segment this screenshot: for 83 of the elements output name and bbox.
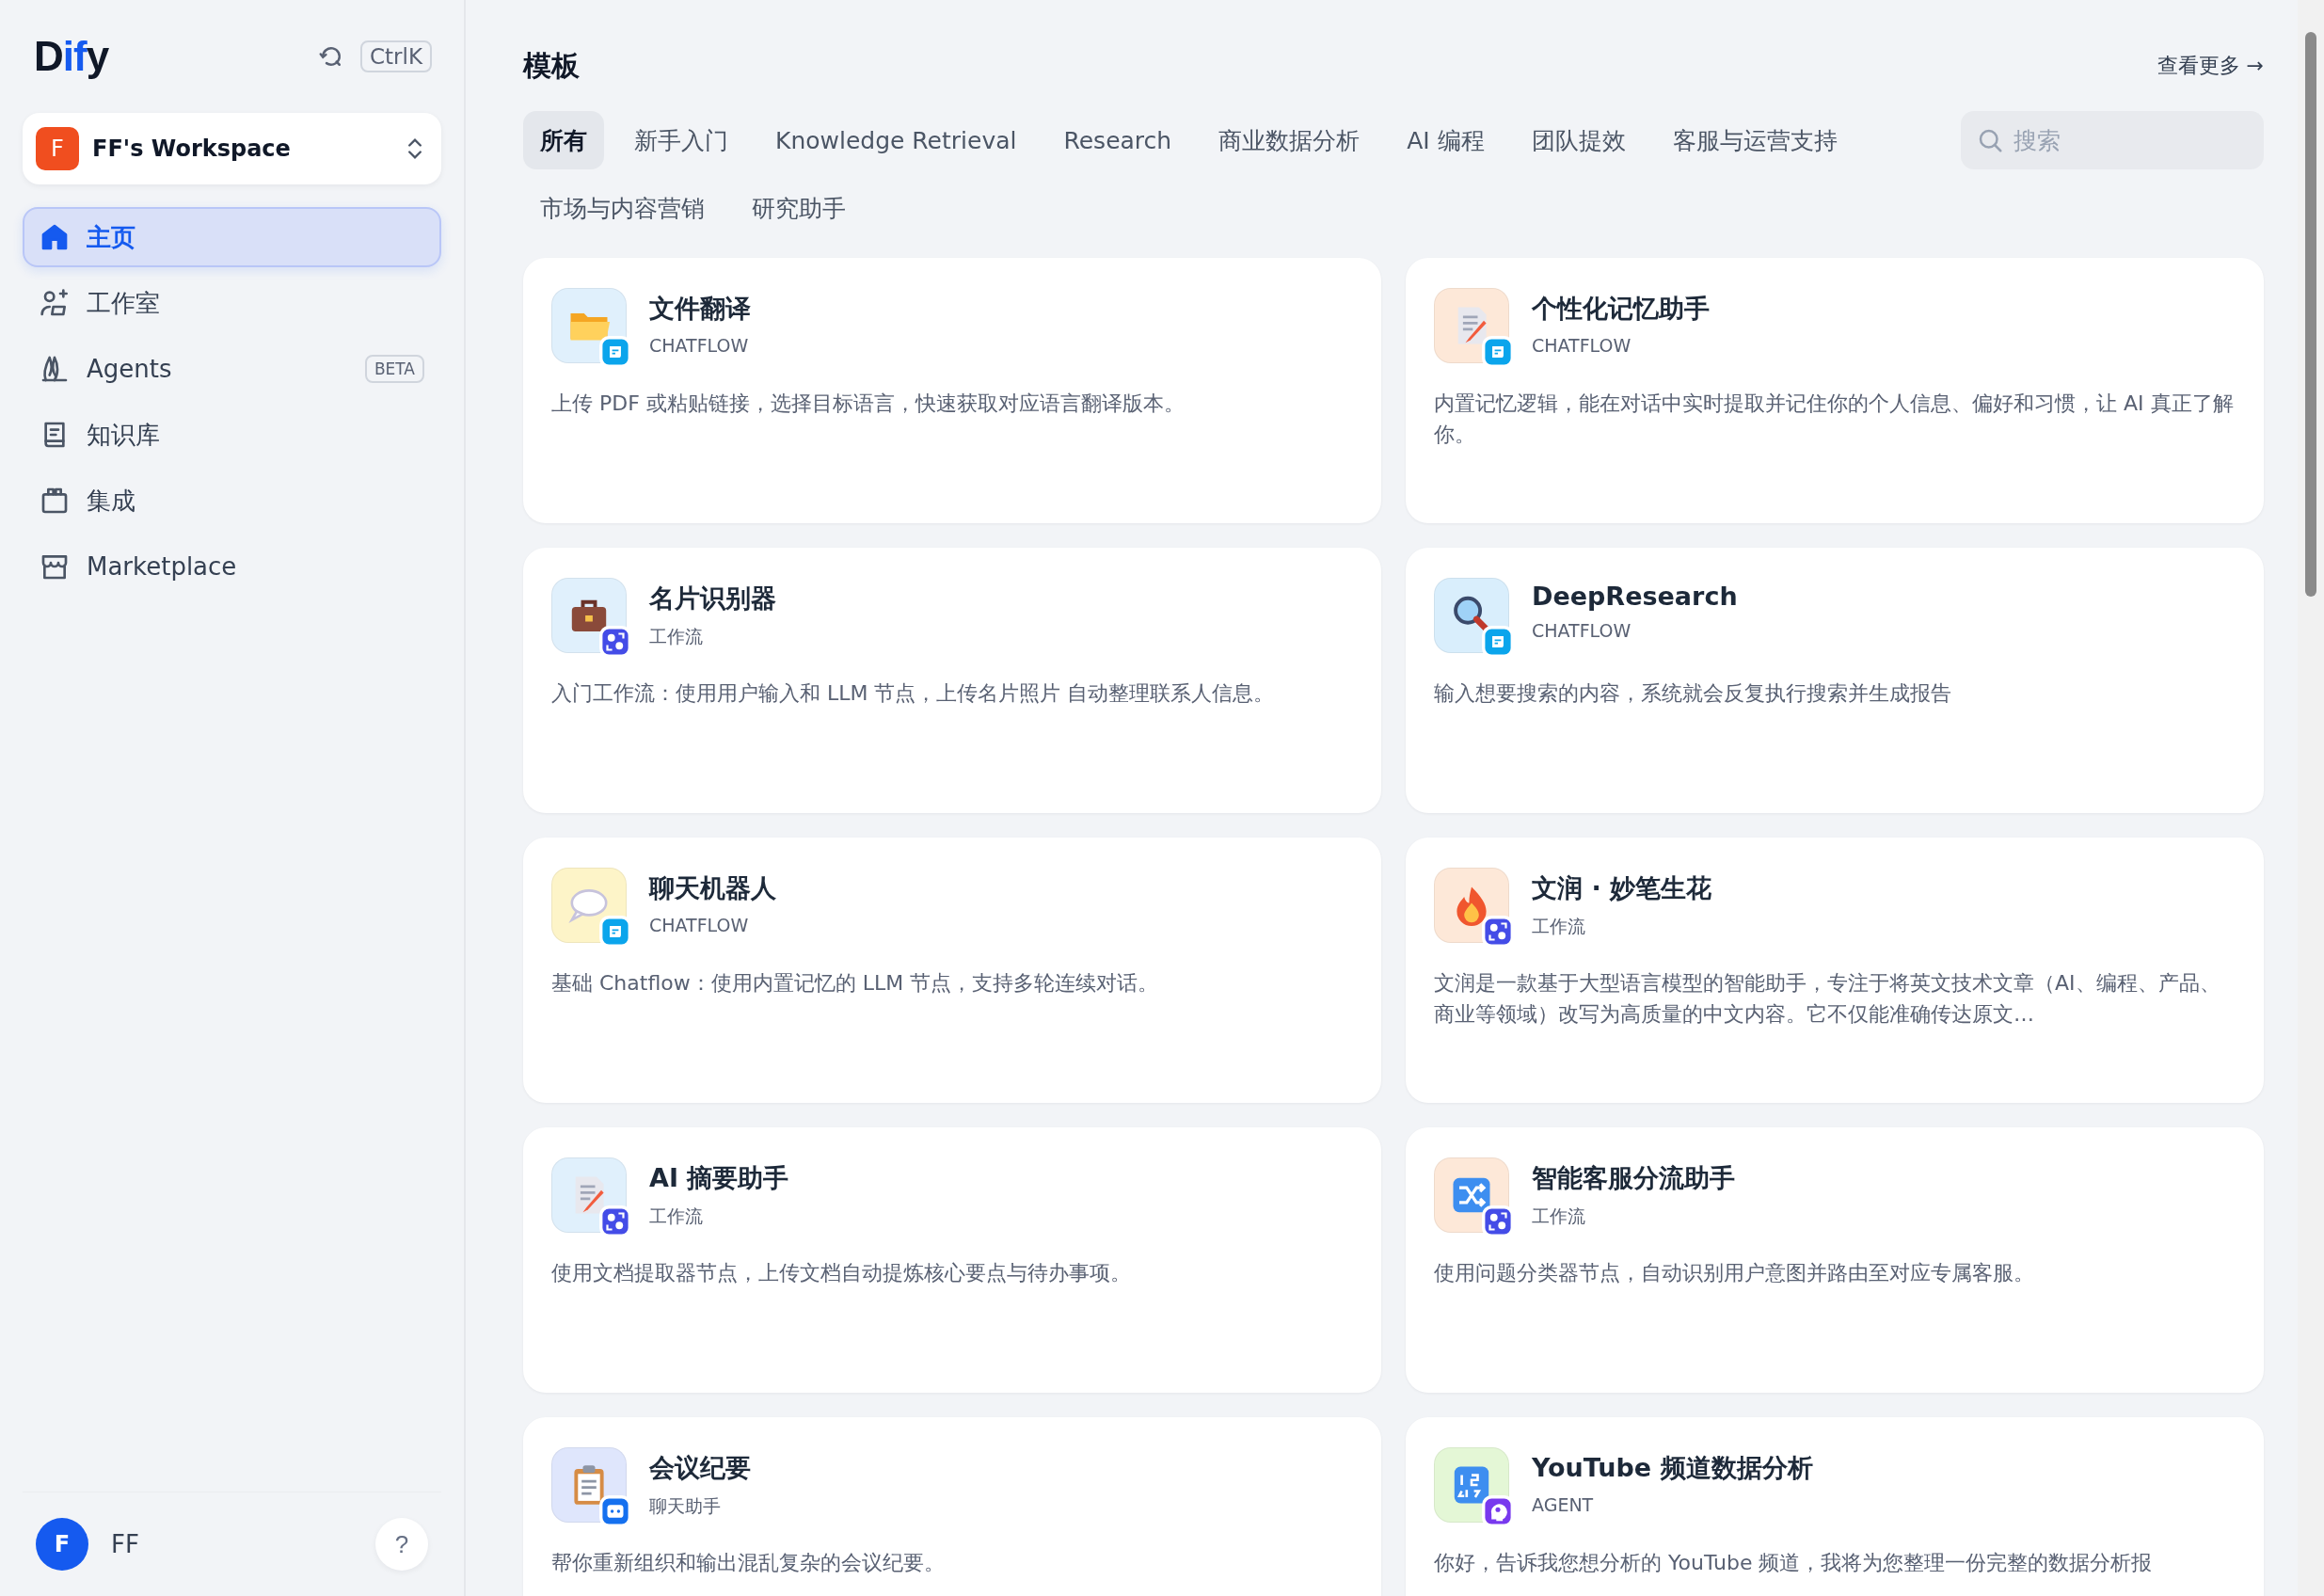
app-type-label: CHATFLOW — [649, 915, 750, 935]
bot-badge-icon — [599, 1495, 631, 1527]
chat-badge-icon — [599, 336, 631, 368]
card-title: YouTube 频道数据分析 — [1532, 1452, 1813, 1484]
shortcut-key: CtrlK — [360, 40, 432, 72]
scrollbar[interactable] — [2298, 0, 2324, 1596]
card-description: 入门工作流：使用用户输入和 LLM 节点，上传名片照片 自动整理联系人信息。 — [551, 680, 1276, 707]
app-type-label: AGENT — [1532, 1494, 1595, 1515]
card-description: 上传 PDF 或粘贴链接，选择目标语言，快速获取对应语言翻译版本。 — [551, 391, 1186, 417]
card-title: 名片识别器 — [649, 583, 776, 614]
view-more-link[interactable]: 查看更多 → — [2157, 52, 2264, 80]
chat-badge-icon — [1482, 336, 1514, 368]
card-description: 输入想要搜索的内容，系统就会反复执行搜索并生成报告 — [1434, 680, 1952, 707]
nav-item[interactable]: 工作室 — [23, 273, 441, 333]
agents-icon — [40, 354, 70, 384]
category-tab[interactable]: 新手入门 — [617, 111, 745, 169]
nav-item[interactable]: Marketplace — [23, 536, 441, 597]
app-type-label: CHATFLOW — [649, 335, 750, 356]
category-tab[interactable]: Research — [1046, 111, 1189, 169]
workflow-badge-icon — [1482, 1205, 1514, 1237]
template-card[interactable]: AI 摘要助手 工作流 使用文档提取器节点，上传文档自动提炼核心要点与待办事项。 — [523, 1127, 1381, 1393]
card-description: 文润是一款基于大型语言模型的智能助手，专注于将英文技术文章（AI、编程、产品、商业等领域）改写为高质量的中文内容。它不仅能准确传达原文… — [1434, 970, 2221, 1028]
template-card[interactable]: 聊天机器人 CHATFLOW 基础 Chatflow：使用内置记忆的 LLM 节点，支持多轮连续对话。 — [523, 838, 1381, 1103]
app-type-label: 聊天助手 — [649, 1494, 722, 1518]
template-card[interactable]: DeepResearch CHATFLOW 输入想要搜索的内容，系统就会反复执行搜索并生成报告 — [1406, 548, 2264, 813]
card-description: 你好，告诉我您想分析的 YouTube 频道，我将为您整理一份完整的数据分析报 — [1434, 1550, 2154, 1576]
logo: Dify — [34, 33, 109, 80]
app-type-label: CHATFLOW — [1532, 620, 1632, 641]
box-icon — [40, 486, 70, 516]
card-title: 个性化记忆助手 — [1532, 293, 1710, 325]
beta-badge: BETA — [364, 355, 424, 383]
category-tab[interactable]: 团队提效 — [1514, 111, 1643, 169]
template-card[interactable]: 个性化记忆助手 CHATFLOW 内置记忆逻辑，能在对话中实时提取并记住你的个人信息、偏好和习惯，让 AI 真正了解你。 — [1406, 258, 2264, 523]
category-tab[interactable]: 所有 — [523, 111, 604, 169]
workspace-name: FF's Workspace — [92, 136, 292, 162]
nav-item[interactable]: Agents BETA — [23, 339, 441, 399]
category-tab[interactable]: Knowledge Retrieval — [758, 111, 1034, 169]
user-name: FF — [111, 1530, 140, 1558]
card-title: 文件翻译 — [649, 293, 751, 325]
category-tab[interactable]: 商业数据分析 — [1202, 111, 1377, 169]
card-title: 会议纪要 — [649, 1452, 751, 1484]
app-type-label: 工作流 — [649, 1205, 704, 1228]
user-avatar[interactable]: F — [36, 1518, 88, 1571]
app-type-label: 工作流 — [1532, 1205, 1586, 1228]
card-description: 使用文档提取器节点，上传文档自动提炼核心要点与待办事项。 — [551, 1260, 1132, 1286]
app-type-label: 工作流 — [1532, 915, 1586, 938]
card-title: 聊天机器人 — [649, 872, 776, 904]
template-card[interactable]: YouTube 频道数据分析 AGENT 你好，告诉我您想分析的 YouTube 频道，我将为您整理一份完整的数据分析报 — [1406, 1417, 2264, 1596]
section-title: 模板 — [523, 47, 580, 84]
template-card[interactable]: 文件翻译 CHATFLOW 上传 PDF 或粘贴链接，选择目标语言，快速获取对应语言翻译版本。 — [523, 258, 1381, 523]
category-tab[interactable]: 客服与运营支持 — [1655, 111, 1854, 169]
template-card[interactable]: 名片识别器 工作流 入门工作流：使用用户输入和 LLM 节点，上传名片照片 自动整理联系人信息。 — [523, 548, 1381, 813]
workflow-badge-icon — [1482, 916, 1514, 948]
home-icon — [40, 222, 70, 252]
chat-badge-icon — [1482, 626, 1514, 658]
category-tab[interactable]: 市场与内容营销 — [523, 179, 722, 237]
chat-badge-icon — [599, 916, 631, 948]
card-title: 智能客服分流助手 — [1532, 1162, 1735, 1194]
agent-badge-icon — [1482, 1495, 1514, 1527]
workflow-badge-icon — [599, 626, 631, 658]
category-tab[interactable]: 研究助手 — [735, 179, 863, 237]
workspace-selector[interactable]: F FF's Workspace — [23, 113, 441, 184]
card-title: AI 摘要助手 — [649, 1162, 789, 1194]
app-type-label: 工作流 — [649, 625, 704, 648]
app-type-label: CHATFLOW — [1532, 335, 1632, 356]
workflow-badge-icon — [599, 1205, 631, 1237]
card-description: 帮你重新组织和输出混乱复杂的会议纪要。 — [551, 1550, 946, 1576]
nav-item[interactable]: 知识库 — [23, 405, 441, 465]
card-description: 基础 Chatflow：使用内置记忆的 LLM 节点，支持多轮连续对话。 — [551, 970, 1160, 997]
card-description: 内置记忆逻辑，能在对话中实时提取并记住你的个人信息、偏好和习惯，让 AI 真正了解你。 — [1434, 391, 2235, 448]
nav-item[interactable]: 集成 — [23, 471, 441, 531]
card-title: DeepResearch — [1532, 582, 1738, 611]
card-title: 文润 · 妙笔生花 — [1532, 872, 1712, 904]
search-field[interactable]: 搜索 — [1961, 111, 2264, 169]
workspace-avatar: F — [36, 127, 79, 170]
template-card[interactable]: 会议纪要 聊天助手 帮你重新组织和输出混乱复杂的会议纪要。 — [523, 1417, 1381, 1596]
help-button[interactable]: ? — [375, 1518, 428, 1571]
template-card[interactable]: 智能客服分流助手 工作流 使用问题分类器节点，自动识别用户意图并路由至对应专属客服。 — [1406, 1127, 2264, 1393]
card-description: 使用问题分类器节点，自动识别用户意图并路由至对应专属客服。 — [1434, 1260, 2035, 1286]
template-card[interactable]: 文润 · 妙笔生花 工作流 文润是一款基于大型语言模型的智能助手，专注于将英文技术文章（AI、编程、产品、商业等领域）改写为高质量的中文内容。它不仅能准确传达原文… — [1406, 838, 2264, 1103]
nav-item[interactable]: 主页 — [23, 207, 441, 267]
category-tab[interactable]: AI 编程 — [1390, 111, 1502, 169]
users-icon — [40, 288, 70, 318]
